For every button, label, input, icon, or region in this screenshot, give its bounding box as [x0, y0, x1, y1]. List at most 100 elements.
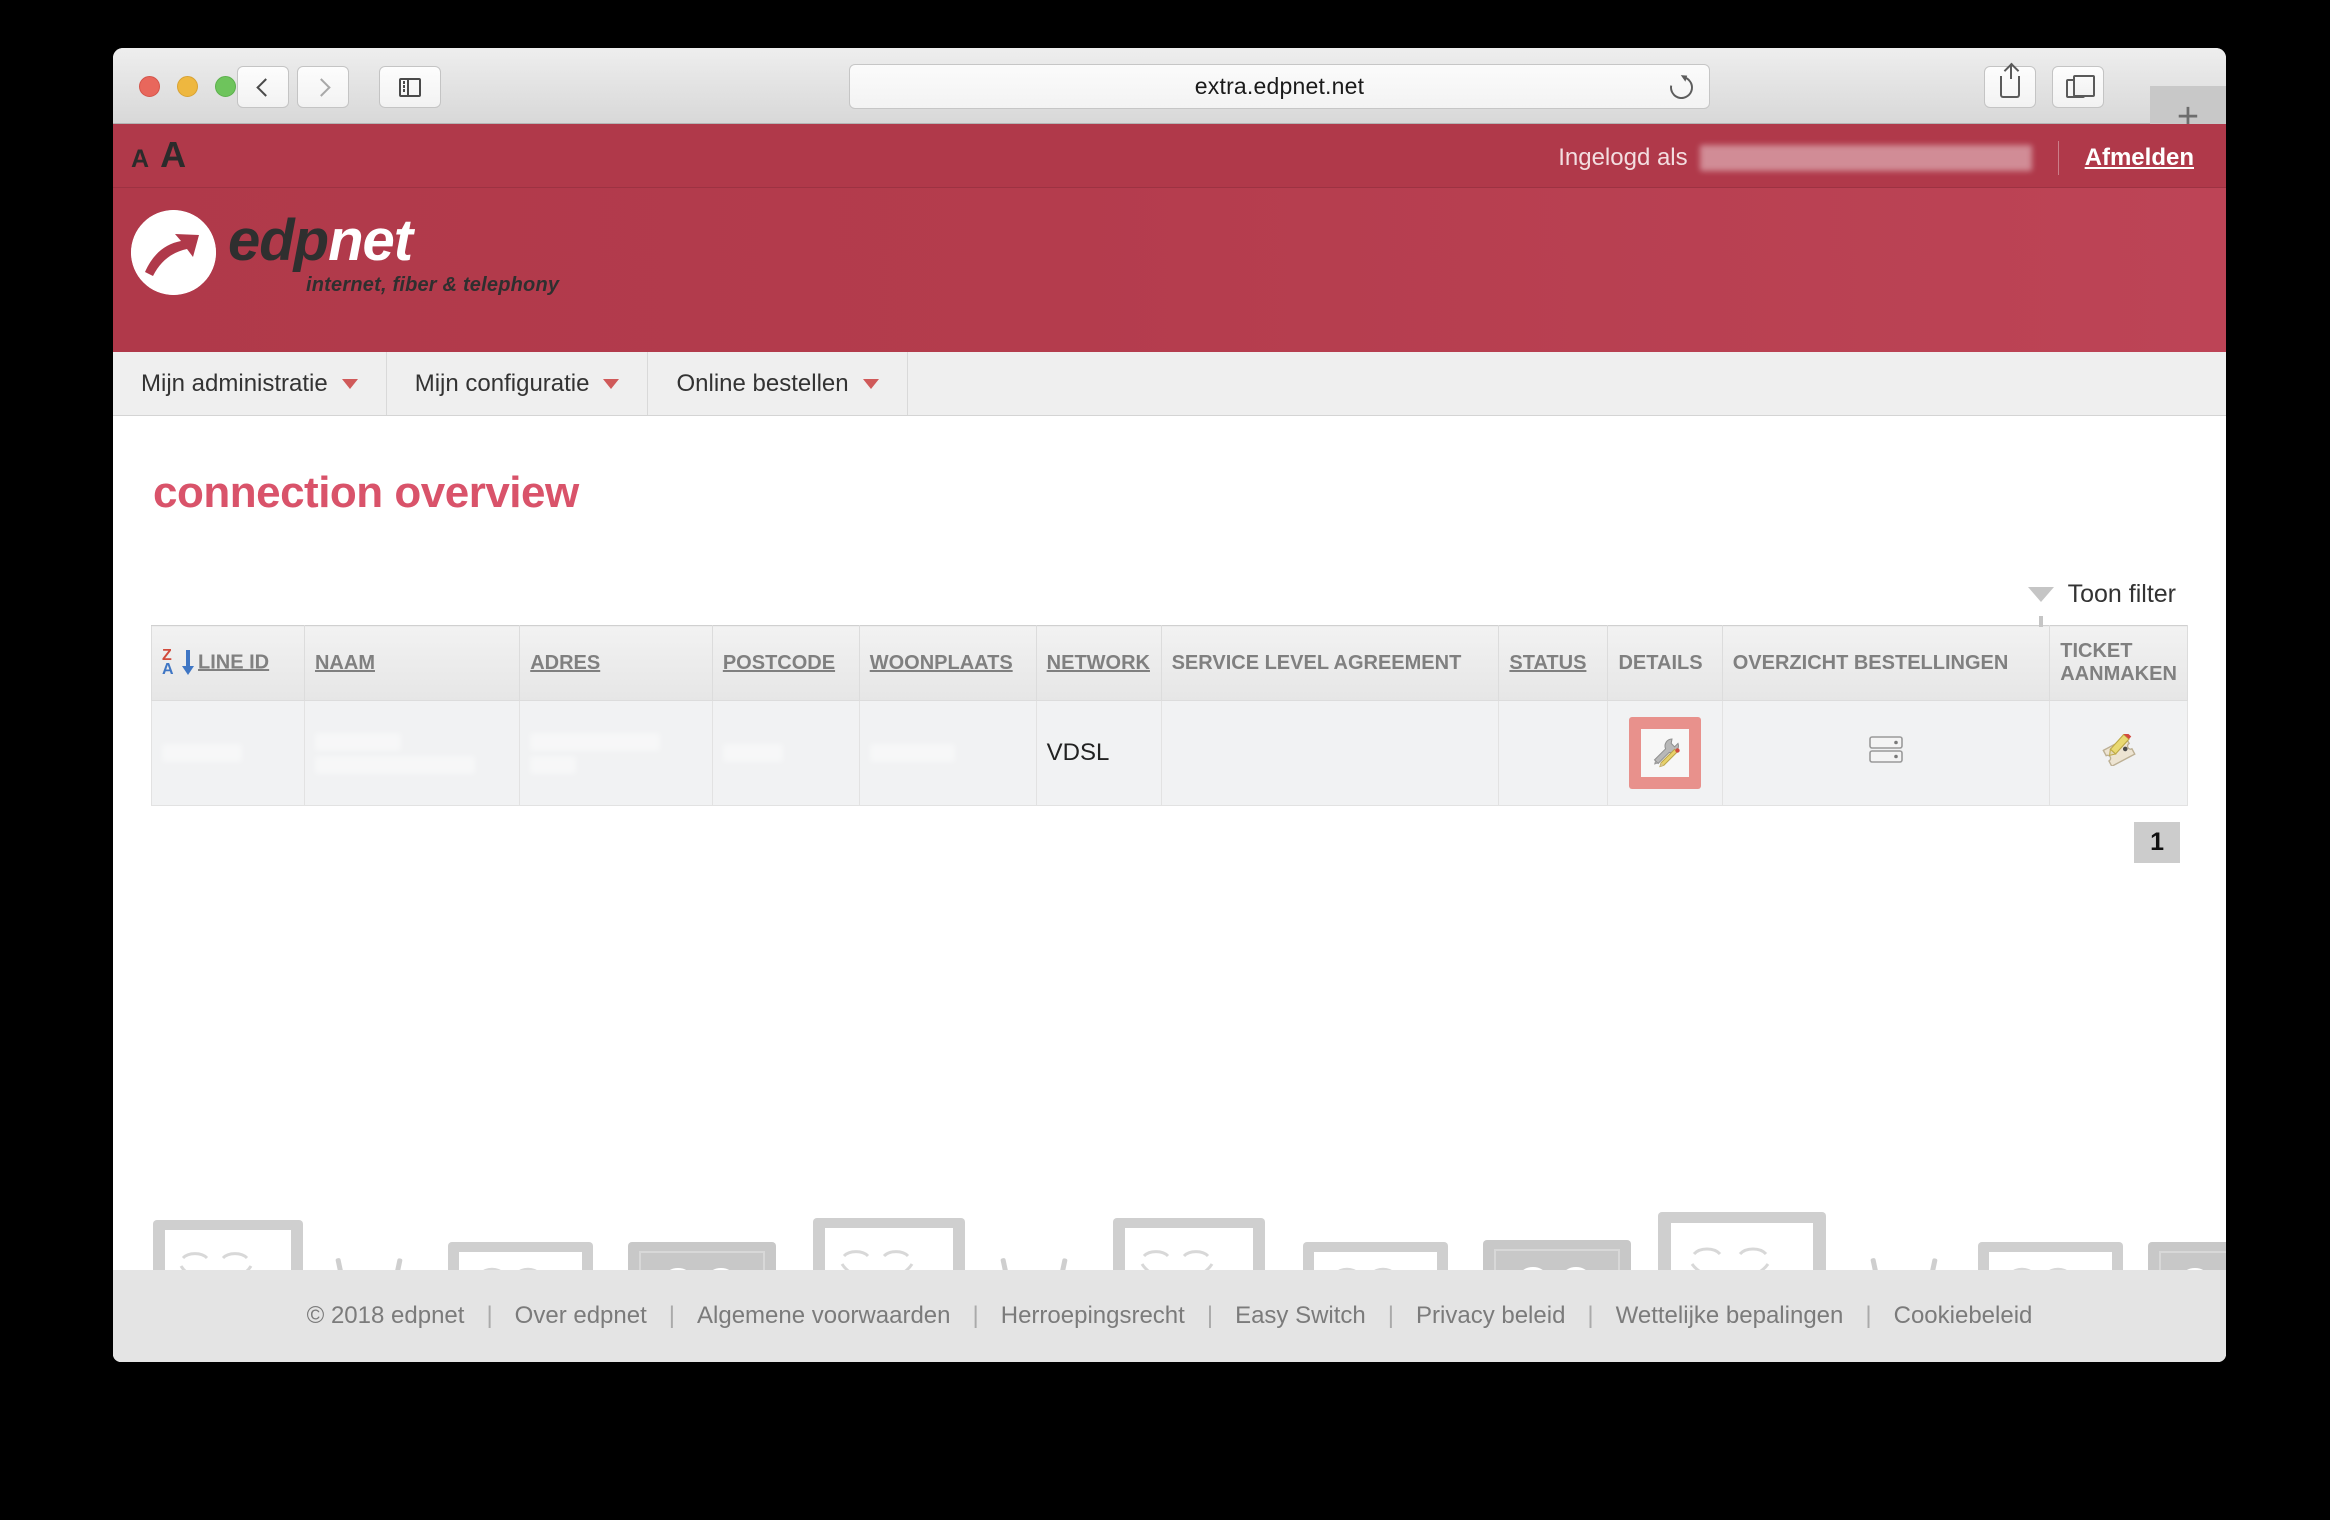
logged-in-label: Ingelogd als [1558, 144, 1688, 171]
footer-link-over-edpnet[interactable]: Over edpnet [515, 1302, 647, 1330]
edpnet-logo[interactable]: edpnet internet, fiber & telephony [131, 210, 559, 297]
utility-bar: A A Ingelogd als Afmelden [113, 124, 2226, 188]
table-header-row: ZA LINE ID NAAM ADRES POSTCODE WOONPLAAT… [151, 625, 2188, 701]
chevron-down-icon [862, 378, 879, 389]
column-header-sla: SERVICE LEVEL AGREEMENT [1160, 625, 1500, 701]
logout-link[interactable]: Afmelden [2085, 144, 2194, 172]
orders-overview-button[interactable] [1869, 735, 1903, 770]
cell-woonplaats [858, 700, 1037, 806]
footer-separator: | [668, 1302, 675, 1329]
footer-link-easy-switch[interactable]: Easy Switch [1235, 1302, 1366, 1330]
maximize-window-button[interactable] [215, 76, 236, 97]
redacted-value [314, 755, 475, 774]
cell-adres [519, 700, 713, 806]
footer-copyright: © 2018 edpnet [306, 1302, 465, 1329]
column-header-overzicht-bestellingen: OVERZICHT BESTELLINGEN [1721, 625, 2051, 701]
back-button[interactable] [237, 66, 289, 108]
redacted-value [722, 744, 783, 762]
redacted-value [530, 732, 661, 751]
nav-item-online-bestellen[interactable]: Online bestellen [648, 352, 908, 415]
show-tabs-icon [2066, 75, 2095, 98]
footer-link-herroepingsrecht[interactable]: Herroepingsrecht [1001, 1302, 1185, 1330]
main-content: connection overview Toon filter ZA LINE … [113, 416, 2226, 863]
share-button[interactable] [1984, 64, 2036, 108]
logged-in-username-redacted [1699, 145, 2032, 171]
share-icon [2000, 64, 2020, 98]
column-label: LINE ID [198, 651, 270, 674]
page-title: connection overview [153, 468, 579, 517]
chevron-left-icon [255, 77, 275, 97]
footer-separator: | [972, 1302, 979, 1329]
details-button[interactable] [1641, 729, 1690, 777]
logo-net-text: net [328, 208, 413, 273]
ticket-pencil-icon [2102, 731, 2136, 767]
logo-arrow-icon [131, 210, 216, 295]
column-header-ticket-aanmaken: TICKET AANMAKEN [2049, 625, 2188, 701]
footer-separator: | [1206, 1302, 1214, 1329]
sidebar-toggle-button[interactable] [379, 66, 441, 108]
column-label: TICKET AANMAKEN [2060, 640, 2177, 685]
navigation-buttons [237, 66, 441, 108]
column-header-naam[interactable]: NAAM [303, 625, 521, 701]
chevron-right-icon [311, 77, 331, 97]
column-header-line-id[interactable]: ZA LINE ID [151, 625, 305, 701]
column-label: DETAILS [1618, 651, 1703, 674]
cell-details [1607, 700, 1723, 806]
nav-item-label: Online bestellen [676, 369, 849, 397]
footer-link-privacy-beleid[interactable]: Privacy beleid [1416, 1302, 1565, 1330]
footer-separator: | [1865, 1302, 1872, 1329]
footer-link-algemene-voorwaarden[interactable]: Algemene voorwaarden [697, 1302, 951, 1330]
nav-item-mijn-configuratie[interactable]: Mijn configuratie [387, 352, 649, 415]
logo-tagline: internet, fiber & telephony [306, 274, 560, 296]
logo-edp-text: edp [228, 208, 329, 273]
main-navigation: Mijn administratie Mijn configuratie Onl… [113, 352, 2226, 416]
pagination: 1 [151, 822, 2188, 863]
forward-button[interactable] [297, 66, 349, 108]
column-label: NETWORK [1046, 651, 1150, 674]
nav-item-label: Mijn configuratie [414, 369, 590, 397]
show-tabs-button[interactable] [2052, 66, 2104, 108]
text-size-large-button[interactable]: A [160, 134, 186, 176]
cell-line-id [151, 700, 305, 806]
footer-separator: | [1387, 1302, 1395, 1329]
create-ticket-button[interactable] [2101, 731, 2137, 772]
cell-network: VDSL [1035, 700, 1162, 806]
server-stack-icon [1869, 735, 1903, 763]
column-header-network[interactable]: NETWORK [1035, 625, 1162, 701]
chevron-down-icon [603, 378, 620, 389]
column-label: WOONPLAATS [869, 651, 1013, 674]
window-controls [139, 76, 236, 97]
pagination-page-1[interactable]: 1 [2134, 822, 2180, 863]
column-label: POSTCODE [722, 651, 836, 674]
column-label: STATUS [1509, 651, 1587, 674]
redacted-value [530, 755, 577, 774]
show-filter-button[interactable]: Toon filter [151, 580, 2188, 627]
cell-naam [303, 700, 521, 806]
column-header-woonplaats[interactable]: WOONPLAATS [858, 625, 1037, 701]
sidebar-toggle-icon [399, 77, 421, 97]
sort-descending-icon[interactable]: ZA [162, 648, 194, 678]
column-header-details: DETAILS [1607, 625, 1723, 701]
column-label: NAAM [314, 651, 375, 674]
nav-item-mijn-administratie[interactable]: Mijn administratie [113, 352, 387, 415]
cell-postcode [711, 700, 860, 806]
toolbar-right-buttons [1984, 64, 2104, 108]
cell-ticket-aanmaken [2049, 700, 2188, 806]
column-header-postcode[interactable]: POSTCODE [711, 625, 860, 701]
text-size-small-button[interactable]: A [131, 145, 149, 174]
table-row[interactable]: VDSL [151, 700, 2188, 806]
minimize-window-button[interactable] [177, 76, 198, 97]
page-content: A A Ingelogd als Afmelden edpnet interne… [113, 124, 2226, 1362]
url-text: extra.edpnet.net [1194, 73, 1365, 99]
chevron-down-icon [341, 378, 358, 389]
close-window-button[interactable] [139, 76, 160, 97]
column-header-status[interactable]: STATUS [1498, 625, 1609, 701]
column-header-adres[interactable]: ADRES [519, 625, 713, 701]
footer-link-wettelijke-bepalingen[interactable]: Wettelijke bepalingen [1616, 1302, 1844, 1330]
show-filter-label: Toon filter [2067, 580, 2176, 608]
footer-link-cookiebeleid[interactable]: Cookiebeleid [1894, 1302, 2033, 1330]
reload-icon[interactable] [1665, 71, 1698, 104]
cell-sla [1160, 700, 1500, 806]
address-bar[interactable]: extra.edpnet.net [849, 64, 1710, 109]
redacted-value [162, 744, 242, 762]
